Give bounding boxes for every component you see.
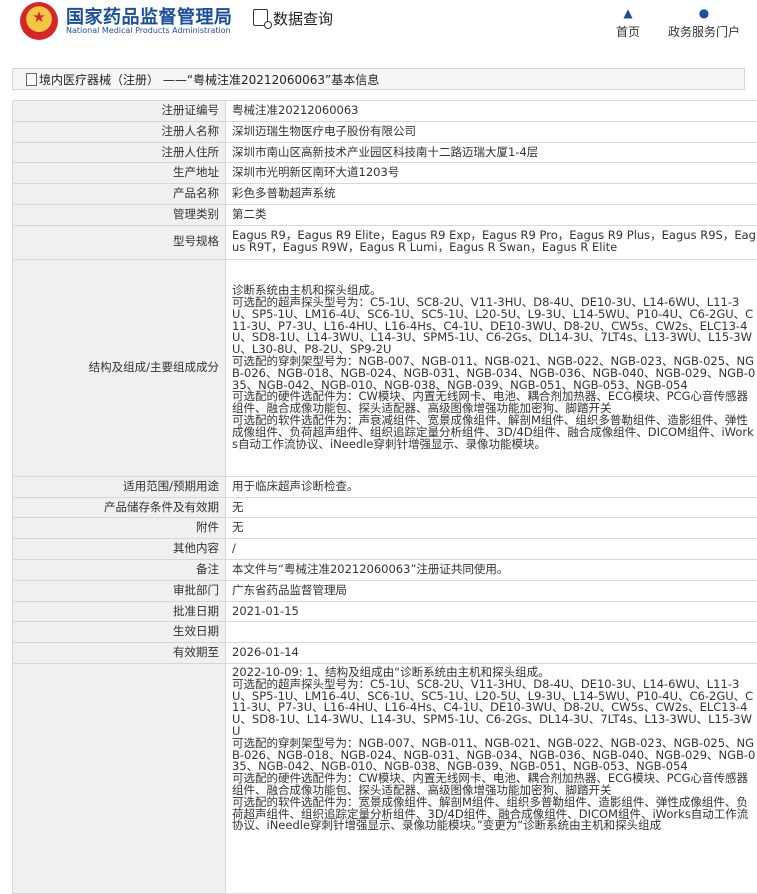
field-label: 结构及组成/主要组成成分 (13, 259, 226, 476)
field-value: 2022-10-09: 1、结构及组成由“诊断系统由主机和探头组成。 可选配的超… (226, 663, 757, 893)
field-label: 生产地址 (13, 163, 226, 184)
field-value: 深圳市光明新区南环大道1203号 (226, 163, 757, 184)
table-row: 管理类别第二类 (13, 204, 757, 225)
field-label: 型号规格 (13, 225, 226, 259)
breadcrumb: 境内医疗器械（注册） ——“粤械注准20212060063”基本信息 (12, 68, 745, 90)
field-value: 粤械注准20212060063 (226, 101, 757, 122)
nav-service-portal[interactable]: ● 政务服务门户 (668, 6, 740, 40)
field-value: 2021-01-15 (226, 601, 757, 622)
field-value: 深圳迈瑞生物医疗电子股份有限公司 (226, 121, 757, 142)
table-row: 审批部门广东省药品监督管理局 (13, 580, 757, 601)
field-label (13, 663, 226, 893)
data-query-label: 数据查询 (273, 10, 333, 28)
table-row: 产品储存条件及有效期无 (13, 497, 757, 518)
device-info-table: 注册证编号粤械注准20212060063 注册人名称深圳迈瑞生物医疗电子股份有限… (12, 100, 757, 894)
nav-service-portal-label: 政务服务门户 (668, 25, 740, 39)
table-row: 附件无 (13, 518, 757, 539)
table-row: 注册人名称深圳迈瑞生物医疗电子股份有限公司 (13, 121, 757, 142)
table-row: 型号规格Eagus R9，Eagus R9 Elite，Eagus R9 Exp… (13, 225, 757, 259)
table-row: 适用范围/预期用途用于临床超声诊断检查。 (13, 476, 757, 497)
field-value: 第二类 (226, 204, 757, 225)
field-label: 产品名称 (13, 184, 226, 205)
field-label: 其他内容 (13, 539, 226, 560)
nav-home[interactable]: ▲ 首页 (616, 6, 640, 40)
field-value: Eagus R9，Eagus R9 Elite，Eagus R9 Exp，Eag… (226, 225, 757, 259)
user-icon: ● (668, 6, 740, 20)
field-value: 本文件与“粤械注准20212060063”注册证共同使用。 (226, 559, 757, 580)
field-value: 彩色多普勒超声系统 (226, 184, 757, 205)
field-label: 有效期至 (13, 643, 226, 664)
breadcrumb-text: 境内医疗器械（注册） ——“粤械注准20212060063”基本信息 (39, 73, 379, 87)
field-label: 注册人住所 (13, 142, 226, 163)
field-value: 无 (226, 518, 757, 539)
field-value (226, 622, 757, 643)
field-label: 管理类别 (13, 204, 226, 225)
table-row: 其他内容/ (13, 539, 757, 560)
field-value: 深圳市南山区高新技术产业园区科技南十二路迈瑞大厦1-4层 (226, 142, 757, 163)
table-row: 生产地址深圳市光明新区南环大道1203号 (13, 163, 757, 184)
table-row: 批准日期2021-01-15 (13, 601, 757, 622)
national-emblem-icon (20, 2, 58, 40)
field-label: 注册证编号 (13, 101, 226, 122)
field-value: 用于临床超声诊断检查。 (226, 476, 757, 497)
field-label: 批准日期 (13, 601, 226, 622)
table-row: 2022-10-09: 1、结构及组成由“诊断系统由主机和探头组成。 可选配的超… (13, 663, 757, 893)
site-logo-subtitle: National Medical Products Administration (66, 26, 231, 35)
field-label: 备注 (13, 559, 226, 580)
field-label: 附件 (13, 518, 226, 539)
nav-home-label: 首页 (616, 25, 640, 39)
field-value: 诊断系统由主机和探头组成。 可选配的超声探头型号为：C5-1U、SC8-2U、V… (226, 259, 757, 476)
table-row: 有效期至2026-01-14 (13, 643, 757, 664)
field-label: 注册人名称 (13, 121, 226, 142)
site-header: 国家药品监督管理局 National Medical Products Admi… (0, 0, 757, 52)
table-row: 注册证编号粤械注准20212060063 (13, 101, 757, 122)
document-search-icon (253, 9, 268, 26)
home-icon: ▲ (616, 6, 640, 20)
field-label: 适用范围/预期用途 (13, 476, 226, 497)
table-row: 结构及组成/主要组成成分诊断系统由主机和探头组成。 可选配的超声探头型号为：C5… (13, 259, 757, 476)
table-row: 备注本文件与“粤械注准20212060063”注册证共同使用。 (13, 559, 757, 580)
field-label: 审批部门 (13, 580, 226, 601)
table-row: 产品名称彩色多普勒超声系统 (13, 184, 757, 205)
data-query-link[interactable]: 数据查询 (253, 8, 333, 29)
table-row: 注册人住所深圳市南山区高新技术产业园区科技南十二路迈瑞大厦1-4层 (13, 142, 757, 163)
field-label: 产品储存条件及有效期 (13, 497, 226, 518)
field-value: / (226, 539, 757, 560)
field-value: 无 (226, 497, 757, 518)
table-row: 生效日期 (13, 622, 757, 643)
field-value: 广东省药品监督管理局 (226, 580, 757, 601)
field-label: 生效日期 (13, 622, 226, 643)
field-value: 2026-01-14 (226, 643, 757, 664)
document-icon (26, 73, 37, 86)
